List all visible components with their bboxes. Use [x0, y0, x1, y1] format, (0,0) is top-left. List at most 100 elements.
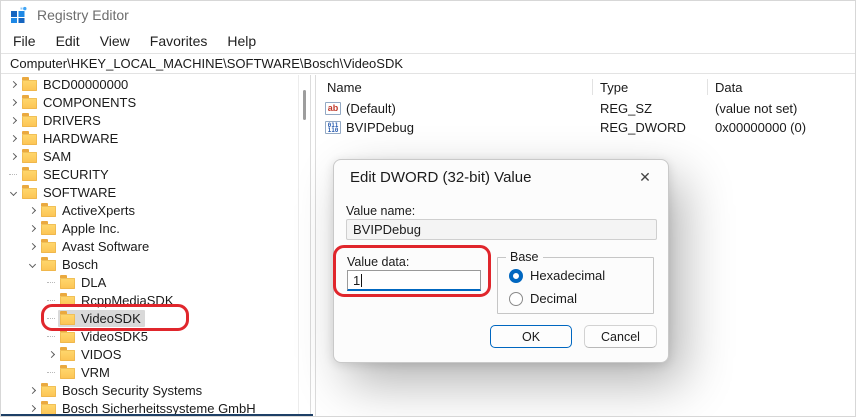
tree-node-box[interactable]: VIDOS: [58, 346, 125, 363]
tree-node-box[interactable]: SOFTWARE: [20, 184, 120, 201]
list-header: Name Type Data: [317, 75, 855, 99]
tree-node-box[interactable]: Apple Inc.: [39, 220, 124, 237]
value-row-bvipdebug[interactable]: 011 110 BVIPDebug REG_DWORD 0x00000000 (0): [317, 118, 855, 137]
expander-glyph: [28, 260, 36, 268]
menu-help[interactable]: Help: [224, 32, 259, 50]
tree-item-label: ActiveXperts: [62, 202, 135, 218]
tree-item-components[interactable]: COMPONENTS: [1, 93, 298, 111]
folder-icon: [22, 184, 37, 199]
tree-item-rcppmediasdk[interactable]: RcppMediaSDK: [1, 291, 298, 309]
tree-node-box[interactable]: VRM: [58, 364, 114, 381]
tree-item-vidos[interactable]: VIDOS: [1, 345, 298, 363]
expander-glyph: [28, 404, 36, 412]
tree-node-box[interactable]: Bosch: [39, 256, 102, 273]
chevron-right-icon[interactable]: [6, 129, 20, 147]
tree-node-box[interactable]: COMPONENTS: [20, 94, 140, 111]
value-type-text: REG_SZ: [600, 101, 653, 116]
address-path: Computer\HKEY_LOCAL_MACHINE\SOFTWARE\Bos…: [10, 56, 404, 71]
tree-item-bcd00000000[interactable]: BCD00000000: [1, 75, 298, 93]
tree-node-box[interactable]: BCD00000000: [20, 76, 132, 93]
dialog-title: Edit DWORD (32-bit) Value: [350, 169, 532, 186]
tree-connector: [44, 309, 58, 327]
value-name-field: BVIPDebug: [346, 219, 657, 240]
tree-item-avast-software[interactable]: Avast Software: [1, 237, 298, 255]
tree-item-label: HARDWARE: [43, 130, 119, 146]
tree-item-software[interactable]: SOFTWARE: [1, 183, 298, 201]
tree-node-box[interactable]: VideoSDK5: [58, 328, 152, 345]
chevron-down-icon[interactable]: [6, 183, 20, 201]
tree-item-bosch-security-systems[interactable]: Bosch Security Systems: [1, 381, 298, 399]
ok-button[interactable]: OK: [490, 325, 572, 348]
value-data-input[interactable]: 1: [347, 270, 481, 291]
tree-scrollbar[interactable]: [298, 75, 310, 416]
tree-item-bosch[interactable]: Bosch: [1, 255, 298, 273]
chevron-right-icon[interactable]: [25, 219, 39, 237]
tree-item-activexperts[interactable]: ActiveXperts: [1, 201, 298, 219]
expander-glyph: [9, 80, 17, 88]
folder-icon: [22, 148, 37, 163]
chevron-right-icon[interactable]: [6, 93, 20, 111]
column-header-name[interactable]: Name: [327, 80, 362, 95]
value-name-cell[interactable]: 011 110 BVIPDebug: [325, 120, 414, 135]
tree-item-label: BCD00000000: [43, 76, 129, 92]
menu-view[interactable]: View: [97, 32, 133, 50]
tree-scrollbar-thumb[interactable]: [303, 90, 306, 120]
tree-node-box[interactable]: RcppMediaSDK: [58, 292, 178, 309]
tree-item-videosdk[interactable]: VideoSDK: [1, 309, 298, 327]
tree-node-box[interactable]: SAM: [20, 148, 75, 165]
tree-item-apple-inc-[interactable]: Apple Inc.: [1, 219, 298, 237]
folder-icon: [41, 202, 56, 217]
close-icon[interactable]: ✕: [634, 167, 656, 187]
tree-item-drivers[interactable]: DRIVERS: [1, 111, 298, 129]
value-data-label: Value data:: [347, 255, 410, 269]
tree-item-sam[interactable]: SAM: [1, 147, 298, 165]
tree-item-hardware[interactable]: HARDWARE: [1, 129, 298, 147]
column-separator[interactable]: [707, 79, 708, 95]
chevron-right-icon[interactable]: [44, 345, 58, 363]
column-header-type[interactable]: Type: [600, 80, 628, 95]
expander-glyph: [9, 98, 17, 106]
expander-glyph: [47, 371, 55, 373]
value-name-cell[interactable]: ab (Default): [325, 101, 396, 116]
tree-node-box[interactable]: VideoSDK: [58, 309, 145, 327]
folder-icon: [41, 382, 56, 397]
chevron-right-icon[interactable]: [6, 75, 20, 93]
chevron-right-icon[interactable]: [25, 237, 39, 255]
tree-item-label: Avast Software: [62, 238, 150, 254]
tree-node-box[interactable]: SECURITY: [20, 166, 113, 183]
tree-item-videosdk5[interactable]: VideoSDK5: [1, 327, 298, 345]
radio-on-icon[interactable]: [509, 268, 523, 283]
radio-decimal[interactable]: Decimal: [509, 291, 577, 306]
chevron-right-icon[interactable]: [25, 201, 39, 219]
tree-node-box[interactable]: ActiveXperts: [39, 202, 139, 219]
expander-glyph: [28, 242, 36, 250]
expander-glyph: [47, 317, 55, 319]
tree-node-box[interactable]: DRIVERS: [20, 112, 105, 129]
column-header-data[interactable]: Data: [715, 80, 742, 95]
tree-node-box[interactable]: HARDWARE: [20, 130, 122, 147]
radio-hexadecimal[interactable]: Hexadecimal: [509, 268, 605, 283]
pane-splitter[interactable]: [310, 75, 316, 416]
tree-item-dla[interactable]: DLA: [1, 273, 298, 291]
chevron-right-icon[interactable]: [6, 147, 20, 165]
folder-icon: [41, 256, 56, 271]
value-row--default-[interactable]: ab (Default) REG_SZ (value not set): [317, 99, 855, 118]
chevron-right-icon[interactable]: [25, 381, 39, 399]
tree-node-box[interactable]: DLA: [58, 274, 110, 291]
cancel-button[interactable]: Cancel: [584, 325, 657, 348]
tree-node-box[interactable]: Bosch Security Systems: [39, 382, 206, 399]
address-bar[interactable]: Computer\HKEY_LOCAL_MACHINE\SOFTWARE\Bos…: [1, 53, 855, 74]
chevron-down-icon[interactable]: [25, 255, 39, 273]
radio-off-icon[interactable]: [509, 291, 523, 306]
reg-dword-icon: 011 110: [325, 121, 341, 134]
menu-favorites[interactable]: Favorites: [147, 32, 211, 50]
tree-item-label: SECURITY: [43, 166, 109, 182]
tree-node-box[interactable]: Avast Software: [39, 238, 153, 255]
value-data-text: 0x00000000 (0): [715, 120, 807, 135]
tree-item-vrm[interactable]: VRM: [1, 363, 298, 381]
column-separator[interactable]: [592, 79, 593, 95]
menu-edit[interactable]: Edit: [53, 32, 83, 50]
menu-file[interactable]: File: [10, 32, 39, 50]
tree-item-security[interactable]: SECURITY: [1, 165, 298, 183]
chevron-right-icon[interactable]: [6, 111, 20, 129]
